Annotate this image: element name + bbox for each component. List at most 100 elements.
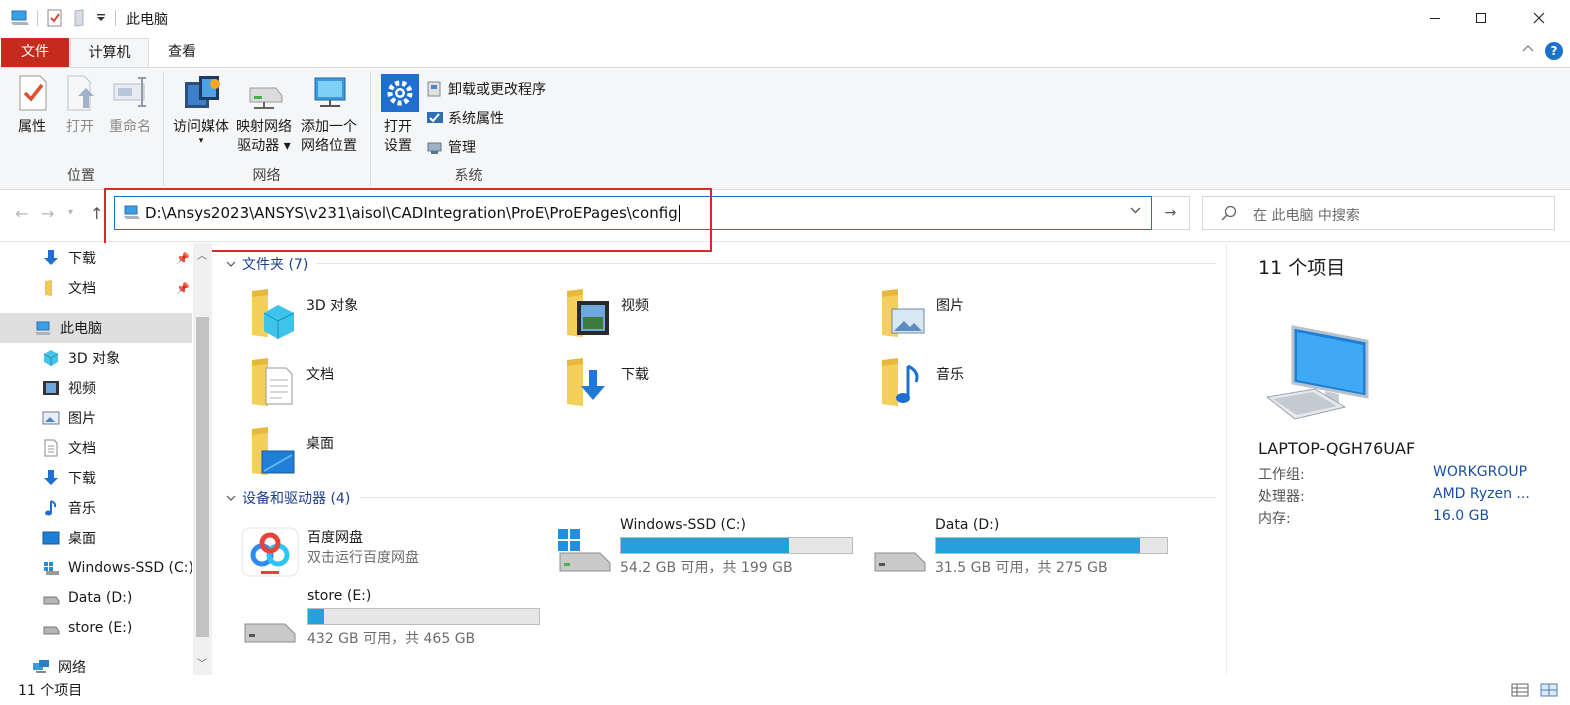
folder-music[interactable]: 音乐 xyxy=(878,356,964,408)
nav-item-documents-quick[interactable]: 文档 📌 xyxy=(0,273,192,303)
folder-3d-objects[interactable]: 3D 对象 xyxy=(248,287,358,339)
devices-section-header[interactable]: 设备和驱动器 (4) xyxy=(226,488,350,508)
address-path[interactable]: D:\Ansys2023\ANSYS\v231\aisol\CADIntegra… xyxy=(145,204,680,222)
drive-c[interactable]: Windows-SSD (C:) 54.2 GB 可用，共 199 GB xyxy=(556,517,866,577)
folder-desktop-icon xyxy=(248,425,298,477)
folders-section-header[interactable]: 文件夹 (7) xyxy=(226,254,308,274)
properties-quick-icon[interactable] xyxy=(47,8,63,28)
map-network-drive-button[interactable]: 映射网络 驱动器 ▾ xyxy=(232,74,296,156)
rename-icon xyxy=(112,74,148,112)
network-location-icon xyxy=(311,74,347,112)
nav-item-this-pc[interactable]: 此电脑 xyxy=(0,313,192,343)
baidu-netdisk-icon xyxy=(241,527,299,577)
drive-d-usage-bar xyxy=(935,537,1168,554)
rename-button[interactable]: 重命名 xyxy=(104,74,156,137)
help-button[interactable]: ? xyxy=(1545,42,1563,60)
folder-videos[interactable]: 视频 xyxy=(563,287,649,339)
drive-c-usage-bar xyxy=(620,537,853,554)
drive-icon xyxy=(241,600,297,643)
address-dropdown-icon[interactable] xyxy=(1130,203,1141,217)
manage-button[interactable]: 管理 xyxy=(426,136,476,158)
properties-button[interactable]: 属性 xyxy=(8,74,56,137)
search-box[interactable]: 在 此电脑 中搜索 xyxy=(1202,196,1555,230)
status-bar: 11 个项目 xyxy=(0,675,1570,705)
nav-item-downloads[interactable]: 下载 xyxy=(0,463,192,493)
collapse-chevron-icon xyxy=(226,495,236,501)
folder-documents[interactable]: 文档 xyxy=(248,356,334,408)
customize-quick-access-icon[interactable] xyxy=(96,8,106,28)
drive-icon xyxy=(42,589,60,607)
cube-3d-icon xyxy=(42,349,60,367)
folder-music-icon xyxy=(878,356,928,408)
status-item-count: 11 个项目 xyxy=(18,683,83,699)
nav-pane-scrollbar[interactable]: ︿ ﹀ xyxy=(193,243,212,675)
ribbon-tabs: 文件 计算机 查看 xyxy=(0,36,1570,68)
this-pc-icon xyxy=(34,319,52,337)
baidu-netdisk[interactable]: 百度网盘 双击运行百度网盘 xyxy=(241,527,541,577)
up-arrow-icon[interactable]: ↑ xyxy=(90,204,103,223)
nav-item-music[interactable]: 音乐 xyxy=(0,493,192,523)
system-properties-button[interactable]: 系统属性 xyxy=(426,107,504,129)
nav-item-desktop[interactable]: 桌面 xyxy=(0,523,192,553)
nav-item-drive-c[interactable]: Windows-SSD (C:) xyxy=(0,553,192,583)
drive-d-free-space: 31.5 GB 可用，共 275 GB xyxy=(935,560,1108,576)
address-bar[interactable]: D:\Ansys2023\ANSYS\v231\aisol\CADIntegra… xyxy=(114,196,1152,230)
manage-icon xyxy=(426,138,444,156)
drive-d[interactable]: Data (D:) 31.5 GB 可用，共 275 GB xyxy=(871,517,1181,577)
title-bar: 此电脑 xyxy=(0,0,1570,36)
uninstall-programs-button[interactable]: 卸载或更改程序 xyxy=(426,78,546,100)
nav-item-pictures[interactable]: 图片 xyxy=(0,403,192,433)
nav-item-drive-d[interactable]: Data (D:) xyxy=(0,583,192,613)
nav-item-videos[interactable]: 视频 xyxy=(0,373,192,403)
details-view-icon[interactable] xyxy=(1511,682,1529,698)
tab-file[interactable]: 文件 xyxy=(1,38,69,67)
scrollbar-thumb[interactable] xyxy=(196,317,209,637)
back-arrow-icon[interactable]: ← xyxy=(15,204,28,223)
search-icon xyxy=(1221,205,1237,225)
nav-item-documents[interactable]: 文档 xyxy=(0,433,192,463)
search-placeholder: 在 此电脑 中搜索 xyxy=(1253,208,1360,224)
scroll-up-icon[interactable]: ︿ xyxy=(197,247,207,262)
drive-e[interactable]: store (E:) 432 GB 可用，共 465 GB xyxy=(241,588,551,648)
ribbon-group-network: 访问媒体 ▾ 映射网络 驱动器 ▾ 添加一个 网络位置 网络 xyxy=(164,68,369,189)
open-settings-button[interactable]: 打开 设置 xyxy=(377,74,419,156)
windows-drive-icon xyxy=(42,559,60,577)
download-arrow-icon xyxy=(42,469,60,487)
tab-computer[interactable]: 计算机 xyxy=(70,38,149,68)
group-label-network: 网络 xyxy=(252,168,281,184)
open-icon xyxy=(62,74,98,112)
folder-pictures[interactable]: 图片 xyxy=(878,287,964,339)
film-icon xyxy=(42,379,60,397)
tab-view[interactable]: 查看 xyxy=(152,38,212,67)
download-arrow-icon xyxy=(42,249,60,267)
scroll-down-icon[interactable]: ﹀ xyxy=(197,655,207,670)
collapse-chevron-icon xyxy=(226,261,236,267)
open-button[interactable]: 打开 xyxy=(60,74,100,137)
new-folder-quick-icon[interactable] xyxy=(73,8,87,28)
access-media-button[interactable]: 访问媒体 ▾ xyxy=(168,74,234,146)
nav-item-3d-objects[interactable]: 3D 对象 xyxy=(0,343,192,373)
minimize-icon xyxy=(1430,18,1440,19)
nav-item-downloads-quick[interactable]: 下载 📌 xyxy=(0,243,192,273)
folder-downloads[interactable]: 下载 xyxy=(563,356,649,408)
collapse-ribbon-icon[interactable] xyxy=(1522,42,1534,55)
go-arrow-icon: → xyxy=(1164,205,1177,221)
maximize-button[interactable] xyxy=(1458,0,1504,36)
pin-icon[interactable]: 📌 xyxy=(176,282,190,295)
minimize-button[interactable] xyxy=(1412,0,1458,36)
recent-locations-icon[interactable]: ▾ xyxy=(68,207,73,218)
pin-icon[interactable]: 📌 xyxy=(176,252,190,265)
large-icons-view-icon[interactable] xyxy=(1540,682,1558,698)
content-pane: 文件夹 (7) 3D 对象 视频 图片 文档 下载 音乐 桌面 设备和驱动器 (… xyxy=(212,243,1224,675)
forward-arrow-icon[interactable]: → xyxy=(41,204,54,223)
folder-3d-objects-icon xyxy=(248,287,298,339)
close-icon xyxy=(1533,12,1545,24)
desktop-icon xyxy=(42,529,60,547)
folder-desktop[interactable]: 桌面 xyxy=(248,425,334,477)
document-icon xyxy=(42,439,60,457)
close-button[interactable] xyxy=(1516,0,1562,36)
add-network-location-button[interactable]: 添加一个 网络位置 xyxy=(296,74,362,156)
go-button[interactable]: → xyxy=(1152,196,1190,230)
nav-item-drive-e[interactable]: store (E:) xyxy=(0,613,192,643)
network-drive-icon xyxy=(246,74,283,112)
